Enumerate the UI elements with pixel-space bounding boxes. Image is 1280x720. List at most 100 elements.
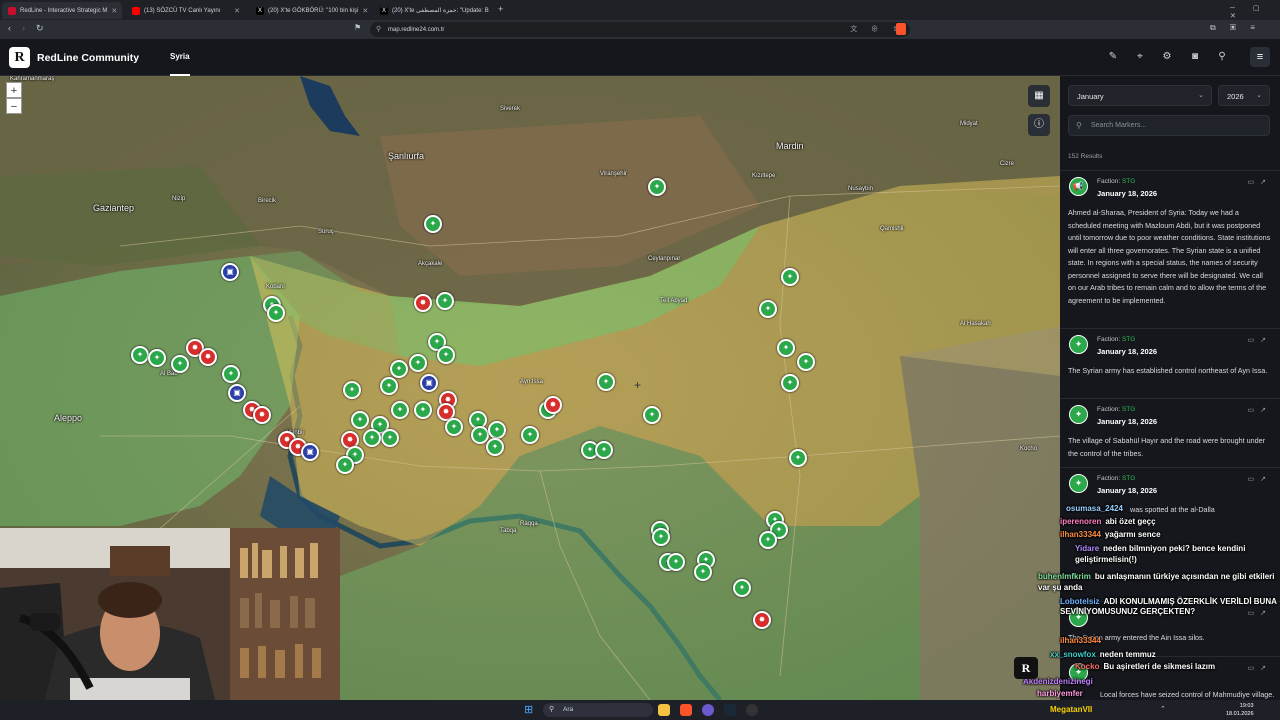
site-info-icon[interactable]: ⚲ xyxy=(376,25,381,33)
url-bar[interactable]: ⚲ map.redline24.com.tr 文 ⊕ ⇪ xyxy=(370,22,910,37)
map-marker[interactable]: ✦ xyxy=(643,406,661,424)
map-marker[interactable]: ✸ xyxy=(199,348,217,366)
close-tab-icon[interactable]: ✕ xyxy=(234,7,240,15)
map-marker[interactable]: ▣ xyxy=(301,443,319,461)
map-marker[interactable]: ✦ xyxy=(222,365,240,383)
steam-icon[interactable] xyxy=(724,704,736,716)
search-markers-input[interactable]: ⚲ Search Markers... xyxy=(1068,115,1270,136)
entry-actions-icon[interactable]: ▭↗ xyxy=(1248,336,1272,344)
map-marker[interactable]: ✦ xyxy=(171,355,189,373)
menu-button[interactable]: ≡ xyxy=(1250,47,1270,67)
taskbar-search[interactable]: ⚲ Ara xyxy=(543,703,653,717)
browser-tab-x-hamza[interactable]: X (20) X'te حمزة المصطفى: "Update: B ✕ xyxy=(374,2,494,19)
new-tab-button[interactable]: + xyxy=(498,4,503,14)
file-explorer-icon[interactable] xyxy=(658,704,670,716)
list-item[interactable]: 📢 Faction: STG January 18, 2026 ▭↗ Ahmed… xyxy=(1060,170,1280,328)
map-marker[interactable]: ✦ xyxy=(797,353,815,371)
map-marker[interactable]: ✦ xyxy=(380,377,398,395)
map-marker[interactable]: ✦ xyxy=(267,304,285,322)
list-item[interactable]: ✦ Faction: STG January 18, 2026 ▭↗ The S… xyxy=(1060,328,1280,398)
entry-actions-icon[interactable]: ▭↗ xyxy=(1248,475,1272,483)
map-marker[interactable]: ✦ xyxy=(424,215,442,233)
map-marker[interactable]: ✦ xyxy=(759,531,777,549)
map-marker[interactable]: ✦ xyxy=(648,178,666,196)
map-marker[interactable]: ✸ xyxy=(753,611,771,629)
map-marker[interactable]: ✦ xyxy=(759,300,777,318)
map-marker[interactable]: ▣ xyxy=(228,384,246,402)
zoom-in-button[interactable]: + xyxy=(6,82,22,98)
map-marker[interactable]: ✦ xyxy=(437,346,455,364)
map-marker[interactable]: ✦ xyxy=(391,401,409,419)
year-select[interactable]: 2026 ⌄ xyxy=(1218,85,1270,106)
map-marker[interactable]: ✦ xyxy=(336,456,354,474)
close-tab-icon[interactable]: ✕ xyxy=(111,7,117,15)
list-item[interactable]: ✦ Faction: STG January 18, 2026 ▭↗ The v… xyxy=(1060,398,1280,467)
browser-tab-x-gokboru[interactable]: X (20) X'te GÖKBÖRÜ: "100 bin kişi ✕ xyxy=(250,2,370,19)
map-marker[interactable]: ✦ xyxy=(148,349,166,367)
tab-title: RedLine - Interactive Strategic M xyxy=(20,7,108,14)
map-marker[interactable]: ✦ xyxy=(667,553,685,571)
map-marker[interactable]: ✦ xyxy=(486,438,504,456)
map-marker[interactable]: ✸ xyxy=(414,294,432,312)
gear-icon[interactable]: ⚙ xyxy=(1160,51,1174,65)
entry-actions-icon[interactable]: ▭↗ xyxy=(1248,664,1272,672)
entry-actions-icon[interactable]: ▭↗ xyxy=(1248,178,1272,186)
tab-syria[interactable]: Syria xyxy=(170,52,190,61)
map-marker[interactable]: ✦ xyxy=(131,346,149,364)
forward-icon[interactable]: › xyxy=(22,23,25,33)
map-marker[interactable]: ✸ xyxy=(544,396,562,414)
map-marker[interactable]: ✦ xyxy=(595,441,613,459)
map-marker[interactable]: ✦ xyxy=(781,374,799,392)
brave-icon[interactable] xyxy=(680,704,692,716)
map-layers-icon[interactable]: ▦ xyxy=(1028,85,1050,107)
search-icon[interactable]: ⚲ xyxy=(1215,51,1229,65)
map-marker[interactable]: ✦ xyxy=(445,418,463,436)
map-marker[interactable]: ✦ xyxy=(694,563,712,581)
map-marker[interactable]: ▣ xyxy=(420,374,438,392)
map-marker[interactable]: ✦ xyxy=(381,429,399,447)
month-select[interactable]: January ⌄ xyxy=(1068,85,1212,106)
brave-shield-icon[interactable] xyxy=(896,23,906,35)
map-marker[interactable]: ✦ xyxy=(363,429,381,447)
map-marker[interactable]: ✦ xyxy=(414,401,432,419)
map-marker[interactable]: ✦ xyxy=(733,579,751,597)
map-marker[interactable]: ✦ xyxy=(777,339,795,357)
map-marker[interactable]: ✦ xyxy=(521,426,539,444)
extensions-icon[interactable]: ⧉ ▣ ≡ xyxy=(1210,23,1261,33)
redline-logo[interactable]: R xyxy=(9,47,30,68)
info-icon[interactable]: ⓘ xyxy=(1028,114,1050,136)
camera-icon[interactable]: ◙ xyxy=(1188,51,1202,65)
tray-chevron-icon[interactable]: ⌃ xyxy=(1160,705,1166,713)
map-marker[interactable]: ✦ xyxy=(597,373,615,391)
map-marker[interactable]: ✦ xyxy=(351,411,369,429)
map-marker[interactable]: ✦ xyxy=(471,426,489,444)
map-marker[interactable]: ✦ xyxy=(488,421,506,439)
close-tab-icon[interactable]: ✕ xyxy=(362,7,368,15)
windows-start-icon[interactable]: ⊞ xyxy=(524,703,533,716)
window-controls[interactable]: ─ ▢ ✕ xyxy=(1230,4,1280,20)
map-marker[interactable]: ✦ xyxy=(343,381,361,399)
draw-icon[interactable]: ✎ xyxy=(1106,51,1120,65)
webcam-overlay xyxy=(0,528,340,720)
map-marker[interactable]: ✸ xyxy=(253,406,271,424)
map-marker[interactable]: ▣ xyxy=(221,263,239,281)
map-marker[interactable]: ✦ xyxy=(781,268,799,286)
close-tab-icon[interactable]: ✕ xyxy=(493,7,494,15)
back-icon[interactable]: ‹ xyxy=(8,23,11,33)
reload-icon[interactable]: ↻ xyxy=(36,23,44,34)
obs-icon[interactable] xyxy=(746,704,758,716)
entry-actions-icon[interactable]: ▭↗ xyxy=(1248,406,1272,414)
brand-title[interactable]: RedLine Community xyxy=(37,52,139,64)
taskbar-clock[interactable]: 19:03 18.01.2026 xyxy=(1226,702,1254,718)
browser-tab-sozcu[interactable]: (13) SÖZCÜ TV Canlı Yayını ✕ xyxy=(126,2,246,19)
bookmark-icon[interactable]: ⚑ xyxy=(354,23,361,32)
browser-tab-redline[interactable]: RedLine - Interactive Strategic M ✕ xyxy=(2,2,122,19)
map-marker[interactable]: ✦ xyxy=(789,449,807,467)
map-marker[interactable]: ✦ xyxy=(390,360,408,378)
location-pin-icon[interactable]: ⌖ xyxy=(1133,51,1147,65)
map-marker[interactable]: ✦ xyxy=(652,528,670,546)
map-marker[interactable]: ✦ xyxy=(409,354,427,372)
zoom-out-button[interactable]: − xyxy=(6,98,22,114)
discord-icon[interactable] xyxy=(702,704,714,716)
map-marker[interactable]: ✦ xyxy=(436,292,454,310)
